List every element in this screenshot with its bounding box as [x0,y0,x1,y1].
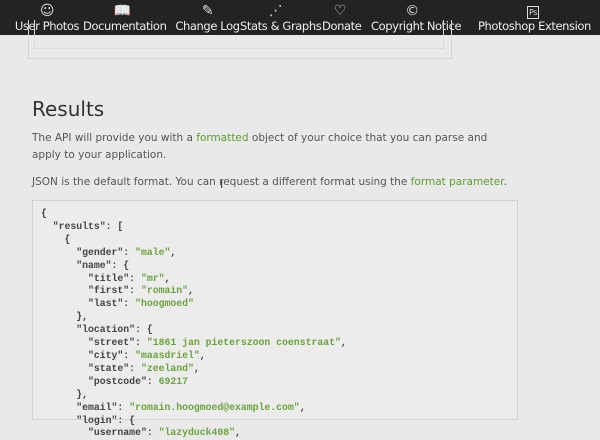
code-line: "first": "romain", [41,285,517,298]
nav-item-photoshop-extension[interactable]: Ps Photoshop Extension [478,2,591,33]
json-token: "login": { [41,414,136,426]
json-token: , [164,272,171,284]
pencil-icon: ✎ [201,3,214,19]
previous-code-box [28,20,452,59]
json-token: , [299,401,306,413]
code-line: "postcode": 69217 [41,376,517,389]
json-token: , [235,427,241,439]
json-token: "postcode": [41,375,159,387]
heart-icon: ♡ [333,3,347,19]
json-token: "street": [41,337,147,349]
json-value: "hoogmoed" [135,298,194,310]
code-line: { [41,208,517,221]
previous-code-box-inner [34,20,444,49]
json-token: "name": { [41,259,130,271]
json-token: "location": { [41,324,153,336]
code-line: "email": "romain.hoogmoed@example.com", [41,402,517,415]
code-line: "title": "mr", [41,273,517,286]
json-token: "username": [41,427,159,439]
json-token: { [41,233,71,245]
json-token: , [188,285,194,297]
json-token: , [170,246,177,258]
json-value: "mr" [140,272,165,284]
json-token: "title": [41,272,141,284]
code-line: }, [41,311,517,324]
code-line: "last": "hoogmoed" [41,298,517,311]
json-value: "romain.hoogmoed@example.com" [129,401,300,413]
code-line: "location": { [41,324,517,337]
copyright-icon: © [405,3,419,19]
code-line: "login": { [41,415,517,428]
json-token: "email": [41,401,130,413]
code-line: "gender": "male", [41,247,517,260]
text: The API will provide you with a [32,132,197,144]
json-token: "city": [41,349,136,361]
json-token: , [340,337,347,349]
format-description: JSON is the default format. You can requ… [32,174,512,191]
code-line: "street": "1861 jan pieterszoon coenstra… [41,337,517,350]
json-token: "results": [ [41,220,124,232]
json-value: "zeeland" [140,362,194,374]
json-value: "maasdriel" [135,349,200,361]
section-title: Results [32,97,105,121]
json-value: "romain" [140,285,188,297]
format-parameter-link[interactable]: format parameter [411,176,504,188]
json-value: "lazyduck408" [158,427,236,439]
code-line: "city": "maasdriel", [41,350,517,363]
json-token: }, [41,311,89,323]
code-line: "results": [ [41,221,517,234]
book-icon: 📖 [113,3,131,19]
json-token: , [199,349,206,361]
results-description: The API will provide you with a formatte… [32,130,512,164]
text: . [503,176,507,188]
code-line: "username": "lazyduck408", [41,427,517,440]
json-token: }, [41,388,89,400]
user-photos-icon: ☺ [39,3,55,19]
json-token: , [193,362,200,374]
json-token: "state": [41,362,141,374]
code-line: { [41,234,517,247]
json-token: "first": [41,285,141,297]
text-cursor-icon: I [220,178,224,191]
formatted-link[interactable]: formatted [196,132,248,144]
json-token: "last": [41,298,136,310]
json-value: 69217 [158,375,188,387]
json-value: "male" [135,246,171,258]
code-line: "name": { [41,260,517,273]
code-line: "state": "zeeland", [41,363,517,376]
graph-icon: ⋰ [268,3,283,19]
nav-label: Photoshop Extension [478,19,591,33]
photoshop-icon: Ps [526,6,540,19]
json-token: "gender": [41,246,136,258]
json-value: "1861 jan pieterszoon coenstraat" [146,337,341,349]
json-token: { [41,208,47,219]
json-code-block: { "results": [ { "gender": "male", "name… [32,200,518,438]
